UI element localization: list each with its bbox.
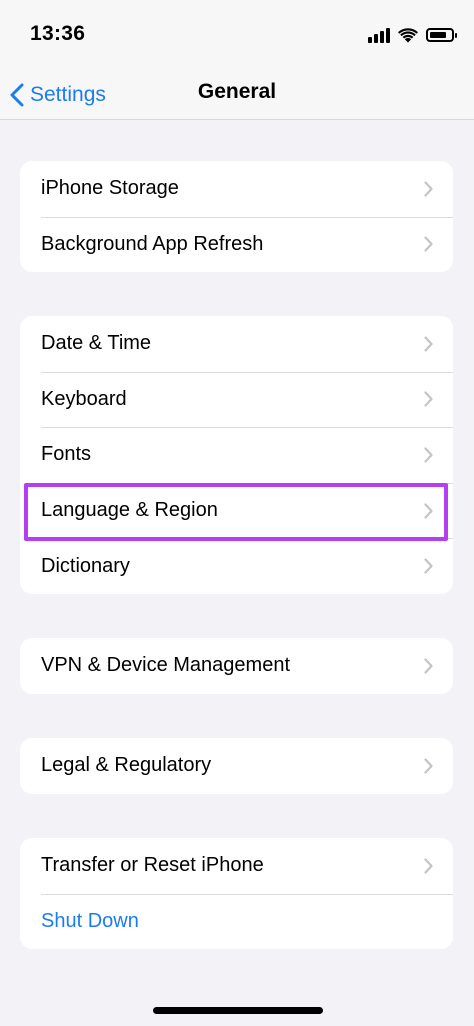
- chevron-right-icon: [424, 236, 433, 252]
- row-label: Legal & Regulatory: [41, 754, 212, 777]
- chevron-right-icon: [424, 858, 433, 874]
- row-legal-regulatory[interactable]: Legal & Regulatory: [20, 738, 453, 794]
- chevron-right-icon: [424, 447, 433, 463]
- row-label: Dictionary: [41, 554, 130, 577]
- settings-group-storage: iPhone Storage Background App Refresh: [20, 161, 453, 273]
- row-label: Transfer or Reset iPhone: [41, 854, 264, 877]
- wifi-icon: [398, 27, 418, 43]
- row-label: Language & Region: [41, 499, 218, 522]
- chevron-right-icon: [424, 181, 433, 197]
- chevron-right-icon: [424, 758, 433, 774]
- navigation-bar: Settings General: [0, 70, 474, 120]
- row-dictionary[interactable]: Dictionary: [20, 538, 453, 594]
- row-transfer-reset-iphone[interactable]: Transfer or Reset iPhone: [20, 838, 453, 894]
- status-icons: [368, 25, 457, 45]
- row-label: Background App Refresh: [41, 232, 264, 255]
- chevron-right-icon: [424, 391, 433, 407]
- settings-group-vpn: VPN & Device Management: [20, 638, 453, 694]
- row-label: Fonts: [41, 443, 92, 466]
- row-vpn-device-management[interactable]: VPN & Device Management: [20, 638, 453, 694]
- status-bar: 13:36: [0, 0, 474, 70]
- row-iphone-storage[interactable]: iPhone Storage: [20, 161, 453, 217]
- shut-down-button[interactable]: Shut Down: [20, 893, 453, 950]
- row-keyboard[interactable]: Keyboard: [20, 371, 453, 428]
- row-date-time[interactable]: Date & Time: [20, 316, 453, 372]
- cellular-signal-icon: [368, 27, 390, 43]
- row-label: VPN & Device Management: [41, 654, 291, 677]
- row-background-app-refresh[interactable]: Background App Refresh: [20, 216, 453, 273]
- screen: 13:36 Settings General iPhone Storage Ba…: [0, 0, 474, 1026]
- battery-icon: [426, 28, 457, 42]
- battery-level: [430, 32, 446, 38]
- row-label: Date & Time: [41, 332, 152, 355]
- chevron-right-icon: [424, 658, 433, 674]
- page-title: General: [197, 80, 277, 103]
- row-label: iPhone Storage: [41, 177, 179, 200]
- chevron-right-icon: [424, 336, 433, 352]
- home-indicator[interactable]: [153, 1007, 323, 1014]
- row-fonts[interactable]: Fonts: [20, 427, 453, 483]
- row-language-region[interactable]: Language & Region: [20, 482, 453, 539]
- status-time: 13:36: [30, 22, 86, 45]
- settings-group-legal: Legal & Regulatory: [20, 738, 453, 794]
- shut-down-label: Shut Down: [41, 909, 139, 932]
- settings-group-reset: Transfer or Reset iPhone Shut Down: [20, 838, 453, 950]
- settings-group-locale: Date & Time Keyboard Fonts Language & Re…: [20, 316, 453, 594]
- chevron-right-icon: [424, 558, 433, 574]
- row-label: Keyboard: [41, 387, 127, 410]
- chevron-right-icon: [424, 502, 433, 519]
